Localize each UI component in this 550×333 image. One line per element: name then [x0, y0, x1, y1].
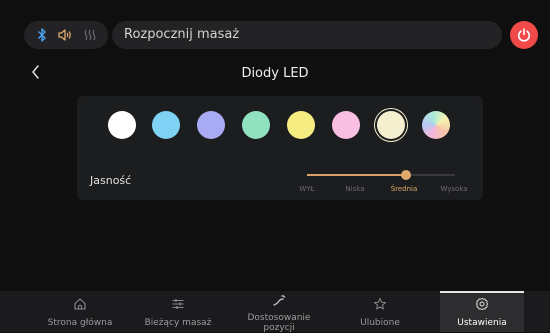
- star-icon: [373, 297, 387, 311]
- brightness-level-medium[interactable]: Średnia: [391, 185, 418, 193]
- brightness-slider[interactable]: [307, 170, 455, 180]
- color-swatch-rainbow[interactable]: [422, 111, 450, 139]
- power-button[interactable]: [510, 21, 538, 49]
- nav-settings[interactable]: Ustawienia: [440, 291, 524, 332]
- nav-home[interactable]: Strona główna: [30, 291, 130, 332]
- speaker-icon[interactable]: [57, 27, 73, 43]
- start-massage-bar[interactable]: Rozpocznij masaż: [112, 21, 502, 49]
- color-swatch-cream[interactable]: [377, 111, 405, 139]
- heat-icon[interactable]: [82, 27, 98, 43]
- page-title: Diody LED: [241, 66, 309, 81]
- nav-favorites[interactable]: Ulubione: [340, 291, 420, 332]
- nav-settings-label: Ustawienia: [457, 318, 507, 328]
- color-swatch-white[interactable]: [108, 111, 136, 139]
- nav-home-label: Strona główna: [47, 318, 113, 328]
- top-bar: Rozpocznij masaż: [24, 21, 504, 49]
- brightness-label: Jasność: [90, 174, 132, 187]
- home-icon: [73, 297, 87, 311]
- color-swatch-lavender[interactable]: [197, 111, 225, 139]
- slider-thumb[interactable]: [400, 170, 411, 180]
- nav-current-massage[interactable]: Bieżący masaż: [130, 291, 226, 332]
- slider-fill: [307, 174, 406, 176]
- position-icon: [272, 293, 286, 307]
- status-pill: [24, 21, 108, 49]
- brightness-level-high[interactable]: Wysoka: [440, 185, 467, 193]
- nav-position[interactable]: Dostosowanie pozycji: [236, 291, 322, 333]
- brightness-level-low[interactable]: Niska: [345, 185, 364, 193]
- power-icon: [517, 28, 531, 42]
- nav-favorites-label: Ulubione: [360, 318, 400, 328]
- color-swatch-yellow[interactable]: [287, 111, 315, 139]
- brightness-level-off[interactable]: WYŁ: [299, 185, 314, 193]
- nav-current-massage-label: Bieżący masaż: [144, 318, 212, 328]
- gear-icon: [475, 297, 489, 311]
- led-settings-panel: Jasność WYŁ Niska Średnia Wysoka: [77, 96, 483, 200]
- color-swatch-pink[interactable]: [332, 111, 360, 139]
- bottom-navbar: Strona główna Bieżący masaż Dostosowanie…: [0, 291, 550, 333]
- nav-position-label: Dostosowanie pozycji: [247, 313, 311, 333]
- start-massage-label: Rozpocznij masaż: [124, 27, 240, 42]
- active-indicator: [440, 291, 524, 293]
- color-swatch-blue[interactable]: [152, 111, 180, 139]
- color-swatch-mint[interactable]: [242, 111, 270, 139]
- bluetooth-icon[interactable]: [34, 27, 50, 43]
- sliders-icon: [171, 297, 185, 311]
